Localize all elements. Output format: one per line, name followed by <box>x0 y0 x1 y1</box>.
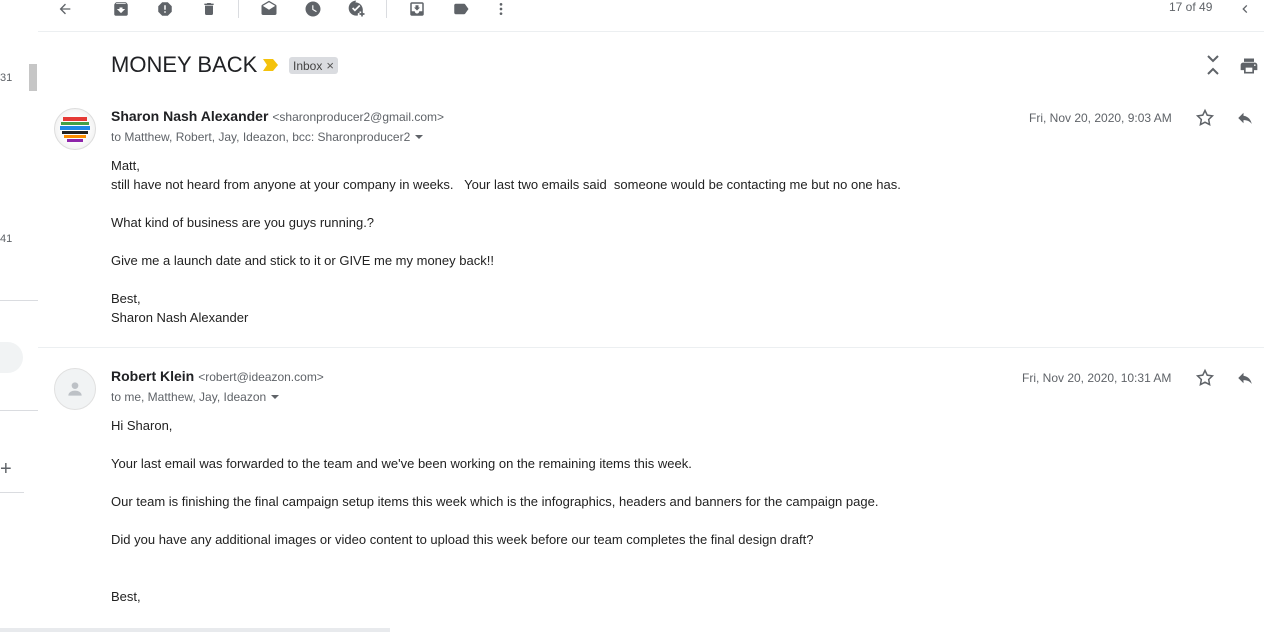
avatar[interactable] <box>54 368 96 410</box>
more-icon[interactable] <box>491 0 511 18</box>
back-arrow-icon[interactable] <box>55 0 75 18</box>
body-line: Your last email was forwarded to the tea… <box>111 456 692 471</box>
collapse-all-icon[interactable] <box>1204 54 1222 81</box>
bottom-scroll-shadow <box>0 628 390 632</box>
body-line: ​ <box>111 194 901 213</box>
body-line: Matt, <box>111 158 140 173</box>
body-line: ​ <box>111 568 878 587</box>
body-line: ​ <box>111 232 901 251</box>
left-divider <box>0 300 38 301</box>
left-add-button[interactable]: + <box>0 458 12 481</box>
delete-icon[interactable] <box>199 0 219 18</box>
archive-icon[interactable] <box>111 0 131 18</box>
scrollbar-thumb[interactable] <box>29 64 37 91</box>
body-line: Sharon Nash Alexander <box>111 310 249 325</box>
body-line: Best, <box>111 291 141 306</box>
recipients-text: to Matthew, Robert, Jay, Ideazon, bcc: S… <box>111 130 411 144</box>
left-count-1: 31 <box>0 72 13 84</box>
body-line: ​ <box>111 473 878 492</box>
remove-label-button[interactable]: × <box>326 58 334 73</box>
body-line: Our team is finishing the final campaign… <box>111 494 879 509</box>
mark-unread-icon[interactable] <box>259 0 279 18</box>
label-text: Inbox <box>293 58 323 73</box>
body-line: still have not heard from anyone at your… <box>111 177 901 192</box>
sender-email: <sharonproducer2@gmail.com> <box>272 110 445 124</box>
message-divider <box>38 347 1264 348</box>
avatar[interactable] <box>54 108 96 150</box>
message-date: Fri, Nov 20, 2020, 10:31 AM <box>1022 371 1172 385</box>
report-spam-icon[interactable] <box>155 0 175 18</box>
inbox-label-chip: Inbox × <box>289 57 338 74</box>
message-date: Fri, Nov 20, 2020, 9:03 AM <box>1029 111 1172 125</box>
chevron-down-icon <box>415 135 424 139</box>
label-icon[interactable] <box>451 0 471 18</box>
body-line: ​ <box>111 549 878 568</box>
chevron-down-icon <box>271 395 280 399</box>
message-body: Matt, still have not heard from anyone a… <box>111 156 901 327</box>
body-line: ​ <box>111 435 878 454</box>
toolbar-divider <box>38 31 1264 32</box>
toolbar-separator <box>238 0 239 18</box>
move-to-icon[interactable] <box>407 0 427 18</box>
body-line: Did you have any additional images or vi… <box>111 532 814 547</box>
sender-name[interactable]: Sharon Nash Alexander <box>111 108 268 124</box>
add-task-icon[interactable] <box>347 0 367 18</box>
recipients-text: to me, Matthew, Jay, Ideazon <box>111 390 267 404</box>
reply-icon[interactable] <box>1235 109 1255 132</box>
body-line: ​ <box>111 511 878 530</box>
sender-line: Sharon Nash Alexander <sharonproducer2@g… <box>111 108 444 124</box>
chevron-left-icon[interactable] <box>1235 0 1255 18</box>
page-title: MONEY BACK <box>111 52 258 77</box>
sender-line: Robert Klein <robert@ideazon.com> <box>111 368 324 384</box>
importance-marker-icon[interactable] <box>263 58 279 77</box>
star-icon[interactable] <box>1195 108 1215 133</box>
sender-name[interactable]: Robert Klein <box>111 368 194 384</box>
recipients-line[interactable]: to me, Matthew, Jay, Ideazon <box>111 390 280 404</box>
body-line: Best, <box>111 589 141 604</box>
left-count-2: 41 <box>0 233 13 245</box>
body-line: Hi Sharon, <box>111 418 173 433</box>
star-icon[interactable] <box>1195 368 1215 393</box>
print-icon[interactable] <box>1239 56 1259 81</box>
body-line: What kind of business are you guys runni… <box>111 215 375 230</box>
thread-counter: 17 of 49 <box>1169 0 1213 14</box>
recipients-line[interactable]: to Matthew, Robert, Jay, Ideazon, bcc: S… <box>111 130 424 144</box>
body-line: ​ <box>111 270 901 289</box>
message-body: Hi Sharon, ​ Your last email was forward… <box>111 416 878 606</box>
body-line: Give me a launch date and stick to it or… <box>111 253 494 268</box>
reply-icon[interactable] <box>1235 369 1255 392</box>
sender-email: <robert@ideazon.com> <box>198 370 324 384</box>
toolbar-separator <box>386 0 387 18</box>
left-nav-item[interactable] <box>0 342 23 373</box>
left-divider <box>0 492 24 493</box>
snooze-icon[interactable] <box>303 0 323 18</box>
left-divider <box>0 410 38 411</box>
